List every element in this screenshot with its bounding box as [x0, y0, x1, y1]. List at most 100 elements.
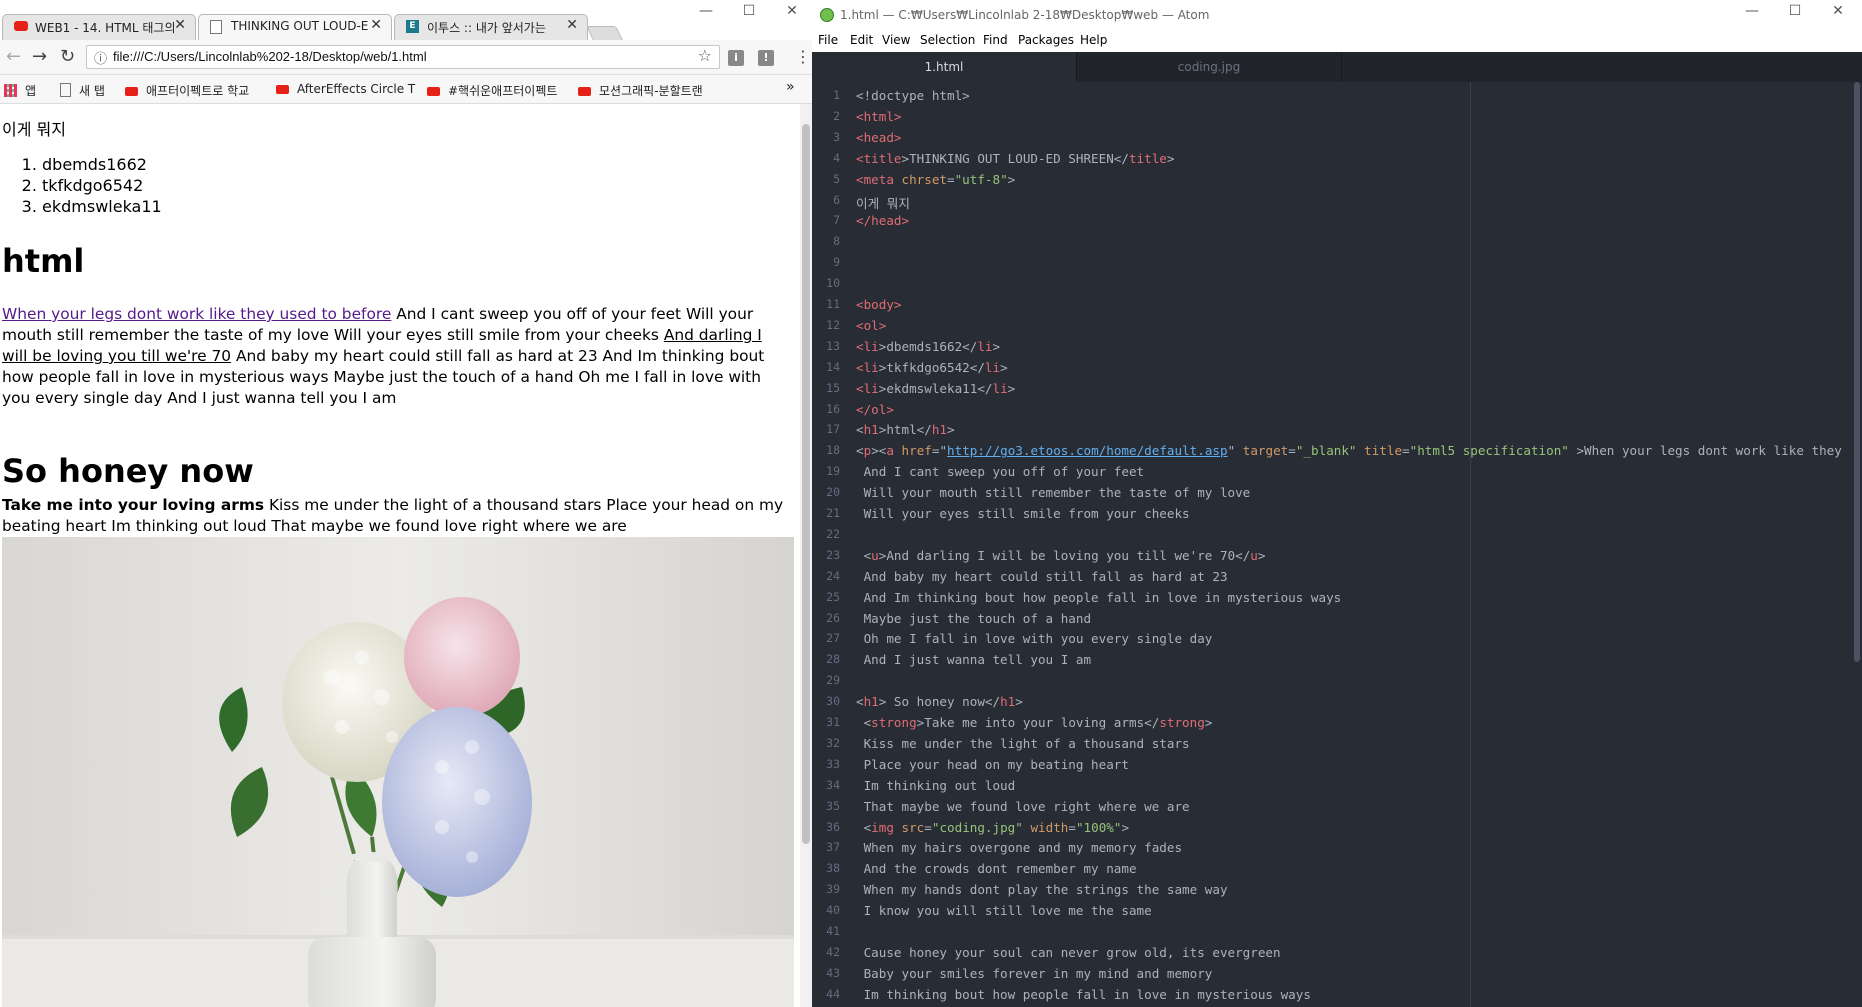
info-icon[interactable]: ⓘ	[94, 48, 107, 67]
bookmark-new-tab[interactable]: 새 탭	[60, 82, 105, 99]
line-number: 33	[826, 756, 840, 771]
code-line: Im thinking out loud	[856, 777, 1016, 793]
line-number: 3	[833, 129, 840, 144]
code-line: Will your eyes still smile from your che…	[856, 506, 1190, 521]
line-number: 16	[826, 401, 840, 416]
bookmark-star-icon[interactable]: ☆	[698, 46, 712, 65]
browser-tab-web1[interactable]: WEB1 - 14. HTML 태그의 ✕	[2, 14, 196, 40]
extension-icon[interactable]: i	[728, 50, 744, 66]
line-number: 18	[826, 443, 840, 458]
menu-view[interactable]: View	[882, 33, 910, 47]
tab-title: THINKING OUT LOUD-E	[231, 19, 369, 33]
line-number: 15	[826, 380, 840, 395]
page-scrollbar[interactable]	[800, 104, 812, 1007]
menu-file[interactable]: File	[818, 33, 838, 47]
menu-packages[interactable]: Packages	[1018, 33, 1074, 47]
wrap-guide	[1470, 82, 1471, 1007]
strong-text: Take me into your loving arms	[2, 496, 265, 514]
menu-selection[interactable]: Selection	[920, 33, 975, 47]
editor-scrollbar[interactable]	[1852, 82, 1862, 1007]
code-line: <u>And darling I will be loving you till…	[856, 547, 1266, 563]
apps-grid-icon	[4, 84, 17, 97]
youtube-icon	[14, 21, 28, 31]
head-text: 이게 뭐지	[2, 120, 66, 139]
code-line: <strong>Take me into your loving arms</s…	[856, 715, 1213, 730]
tab-coding-jpg[interactable]: coding.jpg	[1077, 52, 1342, 82]
bookmark-item[interactable]: AfterEffects Circle T	[276, 82, 416, 96]
code-line: <li>tkfkdgo6542</li>	[856, 359, 1008, 375]
line-number: 10	[826, 276, 840, 291]
code-line: <meta chrset="utf-8">	[856, 171, 1016, 187]
line-number: 5	[833, 171, 840, 186]
extension-icon[interactable]: !	[758, 50, 774, 66]
browser-tab-active[interactable]: THINKING OUT LOUD-E ✕	[198, 14, 392, 40]
code-line: <head>	[856, 129, 902, 145]
menu-find[interactable]: Find	[983, 33, 1008, 47]
line-number: 29	[826, 673, 840, 688]
line-number: 2	[833, 108, 840, 123]
line-number: 32	[826, 735, 840, 750]
chrome-menu-icon[interactable]: ⋮	[795, 47, 811, 66]
line-number: 39	[826, 882, 840, 897]
close-tab-icon[interactable]: ✕	[174, 17, 186, 33]
line-number: 19	[826, 464, 840, 479]
bookmark-apps[interactable]: 앱	[4, 82, 36, 99]
line-number: 25	[826, 589, 840, 604]
window-title: 1.html — C:₩Users₩Lincolnlab 2-18₩Deskto…	[840, 8, 1210, 22]
browser-tab-etoos[interactable]: E 이투스 :: 내가 앞서가는 ✕	[394, 14, 588, 40]
bookmark-item[interactable]: 애프터이펙트로 학교	[125, 82, 265, 99]
bookmark-item[interactable]: #핵쉬운애프터이펙트	[427, 82, 567, 99]
line-number: 31	[826, 715, 840, 729]
maximize-icon[interactable]: ☐	[1775, 3, 1815, 19]
lyrics-link[interactable]: When your legs dont work like they used …	[2, 305, 391, 323]
scrollbar-thumb[interactable]	[1854, 82, 1860, 662]
back-icon[interactable]: ←	[6, 46, 21, 67]
close-window-icon[interactable]: ✕	[1818, 3, 1858, 19]
maximize-icon[interactable]: ☐	[729, 3, 769, 19]
page-icon	[60, 83, 71, 97]
code-line: <title>THINKING OUT LOUD-ED SHREEN</titl…	[856, 150, 1175, 166]
line-number: 43	[826, 965, 840, 980]
minimize-icon[interactable]: —	[1732, 3, 1772, 19]
youtube-icon	[276, 85, 289, 94]
code-line: And baby my heart could still fall as ha…	[856, 568, 1228, 584]
editor-tabs: 1.html coding.jpg	[812, 52, 1862, 82]
tab-title: WEB1 - 14. HTML 태그의	[35, 21, 176, 35]
bookmarks-bar: 앱 새 탭 애프터이펙트로 학교 AfterEffects Circle T #…	[0, 75, 812, 104]
more-bookmarks-button[interactable]: »	[786, 79, 795, 95]
minimize-icon[interactable]: —	[686, 3, 726, 19]
bookmark-item[interactable]: 모션그래픽-분할트랜	[578, 82, 718, 99]
forward-icon[interactable]: →	[32, 46, 47, 67]
atom-menubar: File Edit View Selection Find Packages H…	[812, 30, 1862, 52]
line-number: 42	[826, 944, 840, 959]
code-line: <html>	[856, 108, 902, 124]
reload-icon[interactable]: ↻	[60, 46, 75, 67]
address-bar[interactable]: ⓘ file:///C:/Users/Lincolnlab%202-18/Des…	[86, 45, 720, 69]
code-editor[interactable]: 1 2 3 4 5 6 7 8 9 10 11 12 13 14 15 16 17 18 19 20 21 22 23 24 2…	[812, 82, 1862, 1007]
heading-so-honey-now: So honey now	[2, 452, 254, 490]
line-number: 14	[826, 359, 840, 374]
line-number: 38	[826, 861, 840, 876]
menu-edit[interactable]: Edit	[850, 33, 873, 47]
page-icon	[210, 20, 222, 34]
line-number: 9	[833, 255, 840, 270]
line-number: 17	[826, 422, 840, 437]
youtube-icon	[125, 87, 138, 96]
close-tab-icon[interactable]: ✕	[566, 17, 578, 33]
menu-help[interactable]: Help	[1080, 33, 1107, 47]
line-number: 26	[826, 610, 840, 625]
line-number: 27	[826, 631, 840, 646]
line-number-gutter: 1 2 3 4 5 6 7 8 9 10 11 12 13 14 15 16 17 18 19 20 21 22 23 24 2…	[812, 82, 852, 1007]
heading-html: html	[2, 242, 85, 280]
tab-1-html[interactable]: 1.html	[812, 52, 1077, 82]
scrollbar-thumb[interactable]	[802, 124, 810, 844]
code-line: Cause honey your soul can never grow old…	[856, 944, 1281, 960]
code-line: Baby your smiles forever in my mind and …	[856, 965, 1213, 981]
atom-titlebar: 1.html — C:₩Users₩Lincolnlab 2-18₩Deskto…	[812, 0, 1862, 30]
code-line: <li>ekdmswleka11</li>	[856, 380, 1016, 396]
close-window-icon[interactable]: ✕	[772, 3, 812, 19]
atom-logo-icon	[820, 8, 834, 22]
browser-toolbar: ← → ↻ ⓘ file:///C:/Users/Lincolnlab%202-…	[0, 40, 812, 75]
code-line: When my hands dont play the strings the …	[856, 882, 1228, 898]
close-tab-icon[interactable]: ✕	[370, 17, 382, 33]
